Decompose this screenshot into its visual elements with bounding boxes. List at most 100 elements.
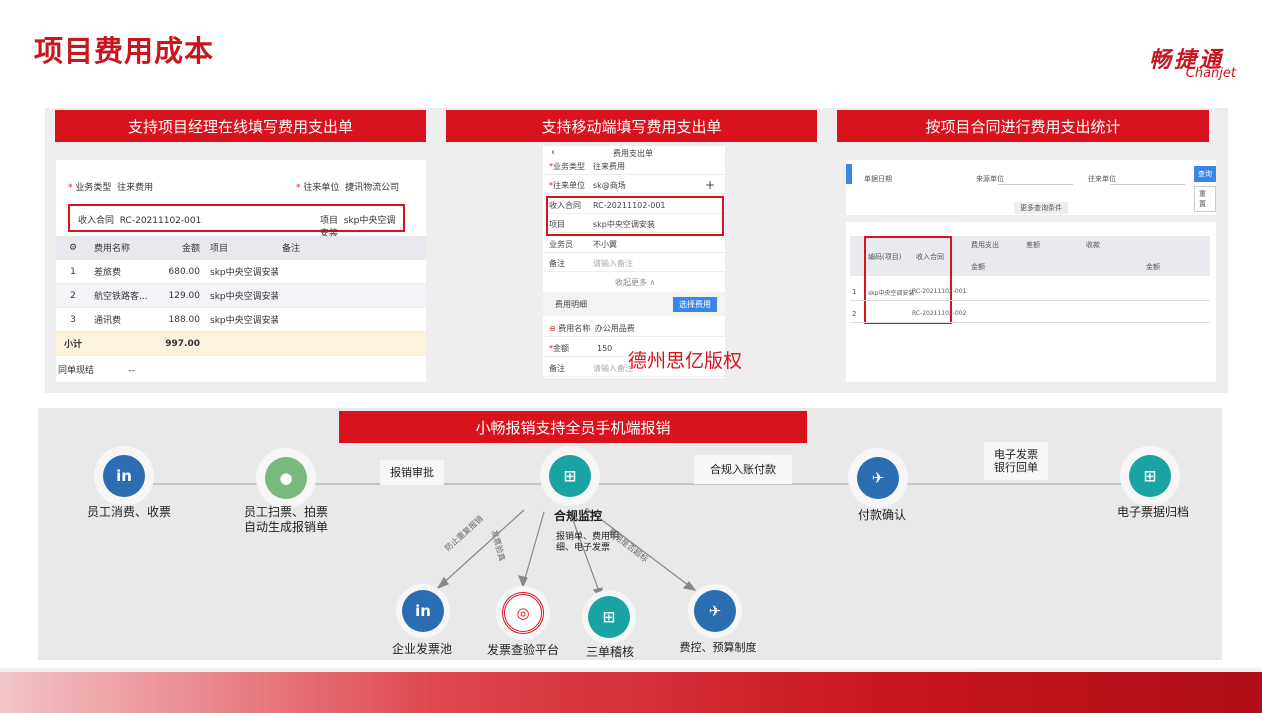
row-contract[interactable]: RC-20211102-002	[912, 310, 966, 317]
settle-value[interactable]: --	[128, 366, 135, 376]
row-project[interactable]: skp中央空调安装	[206, 265, 278, 278]
bird-icon: ✈	[857, 457, 899, 499]
expense-table: ⚙ 费用名称 金额 项目 备注 1 差旅费 680.00 skp中央空调安装 2…	[56, 236, 426, 356]
page-title: 项目费用成本	[34, 34, 215, 68]
node-invoice-pool[interactable]: in	[396, 584, 450, 638]
windows-icon: ⊞	[588, 596, 630, 638]
party-label: 往来单位	[303, 183, 340, 193]
biz-type-value[interactable]: 往来费用	[117, 183, 153, 193]
add-icon[interactable]: +	[705, 178, 715, 192]
row-no: 3	[70, 314, 76, 325]
header-contract-stats: 按项目合同进行费用支出统计	[837, 110, 1209, 142]
brand-logo-en: Chanjet	[1185, 66, 1236, 81]
stats-filter-screenshot: 单据日期 来源单位 往来单位 查询 重置 更多查询条件	[846, 160, 1216, 215]
biz-type-label: 业务类型	[75, 183, 112, 193]
table-row[interactable]: 2 航空铁路客... 129.00 skp中央空调安装	[56, 284, 426, 308]
mobile-row[interactable]: 业务员 不小翼	[543, 236, 725, 253]
highlight-box	[546, 196, 724, 236]
filter-source-label: 来源单位	[976, 175, 1004, 183]
tag-approval: 报销审批	[380, 460, 444, 485]
col-name: 费用名称	[94, 244, 131, 254]
tag-einvoice: 电子发票 银行回单	[984, 442, 1048, 480]
tax-seal-icon: ◎	[502, 592, 544, 634]
header-online-form: 支持项目经理在线填写费用支出单	[55, 110, 426, 142]
linkedin-icon: in	[103, 455, 145, 497]
contract-label: 收入合同	[78, 216, 115, 226]
project-label: 项目	[320, 216, 339, 226]
label-invoice-pool: 企业发票池	[391, 642, 452, 656]
label-verify-platform: 发票查验平台	[486, 643, 559, 657]
collapse-toggle[interactable]: 收起更多 ∧	[615, 277, 655, 288]
mobile-row[interactable]: * 往来单位 sk@商场 +	[543, 177, 725, 194]
windows-icon: ⊞	[549, 455, 591, 497]
label-budget: 费控、预算制度	[679, 641, 757, 654]
node-compliance[interactable]: ⊞	[540, 446, 600, 506]
settings-icon[interactable]: ⚙	[56, 243, 90, 253]
col-amount: 金额	[181, 244, 200, 254]
th-expense: 费用支出	[971, 241, 999, 249]
online-form-screenshot: * 业务类型 往来费用 * 往来单位 捷讯物流公司 收入合同 RC-202111…	[56, 160, 426, 382]
query-button[interactable]: 查询	[1194, 166, 1216, 182]
reset-button[interactable]: 重置	[1194, 186, 1216, 212]
col-note: 备注	[282, 244, 301, 254]
copyright-watermark: 德州思亿版权	[628, 350, 743, 372]
row-no: 1	[852, 288, 857, 296]
label-scan: 员工扫票、拍票 自动生成报销单	[243, 505, 328, 534]
windows-icon: ⊞	[1129, 455, 1171, 497]
node-verify-platform[interactable]: ◎	[496, 586, 550, 640]
row-contract[interactable]: RC-20211102-001	[912, 288, 966, 295]
label-consume: 员工消费、收票	[86, 505, 171, 519]
row-amount[interactable]: 680.00	[148, 267, 206, 277]
contract-value[interactable]: RC-20211102-001	[120, 216, 202, 226]
row-no: 2	[70, 290, 76, 301]
node-scan[interactable]: ●	[256, 448, 316, 508]
party-value[interactable]: 捷讯物流公司	[345, 183, 399, 193]
more-filters-button[interactable]: 更多查询条件	[1014, 202, 1068, 214]
row-name[interactable]: 航空铁路客...	[90, 289, 148, 302]
bird-icon: ✈	[694, 590, 736, 632]
label-compliance: 合规监控	[553, 509, 602, 523]
table-row[interactable]: 1 差旅费 680.00 skp中央空调安装	[56, 260, 426, 284]
row-project[interactable]: skp中央空调安装	[206, 313, 278, 326]
detail-label: 费用明细	[555, 300, 587, 309]
th-amount-2: 金额	[1146, 263, 1160, 271]
filter-party-input[interactable]	[1110, 184, 1185, 185]
row-no: 2	[852, 310, 857, 318]
subtotal-row: 小计 997.00	[56, 332, 426, 356]
mobile-row[interactable]: * 业务类型 往来费用	[543, 158, 725, 175]
node-archive[interactable]: ⊞	[1120, 446, 1180, 506]
row-project[interactable]: skp中央空调安装	[868, 288, 914, 297]
node-payment[interactable]: ✈	[848, 448, 908, 508]
user-icon: ●	[265, 457, 307, 499]
row-name[interactable]: 通讯费	[90, 313, 148, 326]
highlight-box: 收入合同 RC-20211102-001 项目 skp中央空调安装	[68, 204, 405, 239]
row-no: 1	[70, 266, 76, 277]
label-payment: 付款确认	[857, 508, 906, 522]
mobile-form-screenshot: ‹ 费用支出单 * 业务类型 往来费用 * 往来单位 sk@商场 + 收入合同 RC-202…	[543, 146, 725, 378]
stats-table-screenshot: 编码(项目) 收入合同 费用支出 差额 收款 金额 金额 1 skp中央空调安装…	[846, 222, 1216, 382]
row-name[interactable]: 差旅费	[90, 265, 148, 278]
node-consume[interactable]: in	[94, 446, 154, 506]
settle-label: 同单现结	[58, 366, 95, 376]
mobile-row[interactable]: ⊖ 费用名称 办公用品费	[543, 320, 725, 337]
th-diff: 差额	[1026, 241, 1040, 249]
header-mobile-form: 支持移动端填写费用支出单	[446, 110, 817, 142]
col-project: 项目	[210, 244, 229, 254]
node-budget[interactable]: ✈	[688, 584, 742, 638]
filter-party-label: 往来单位	[1088, 175, 1116, 183]
mobile-row[interactable]: 备注 请输入备注	[543, 255, 725, 272]
subtotal-value: 997.00	[165, 338, 200, 349]
tag-payment: 合规入账付款	[694, 455, 792, 484]
label-three-check: 三单稽核	[585, 645, 634, 659]
filter-date-label: 单据日期	[864, 175, 892, 183]
node-three-check[interactable]: ⊞	[582, 590, 636, 644]
row-amount[interactable]: 188.00	[148, 315, 206, 325]
row-project[interactable]: skp中央空调安装	[206, 289, 278, 302]
filter-source-input[interactable]	[998, 184, 1073, 185]
table-header: ⚙ 费用名称 金额 项目 备注	[56, 236, 426, 260]
label-archive: 电子票据归档	[1116, 505, 1189, 519]
table-row[interactable]: 3 通讯费 188.00 skp中央空调安装	[56, 308, 426, 332]
row-amount[interactable]: 129.00	[148, 291, 206, 301]
choose-fee-button[interactable]: 选择费用	[673, 297, 717, 312]
back-icon[interactable]: ‹	[551, 147, 555, 158]
